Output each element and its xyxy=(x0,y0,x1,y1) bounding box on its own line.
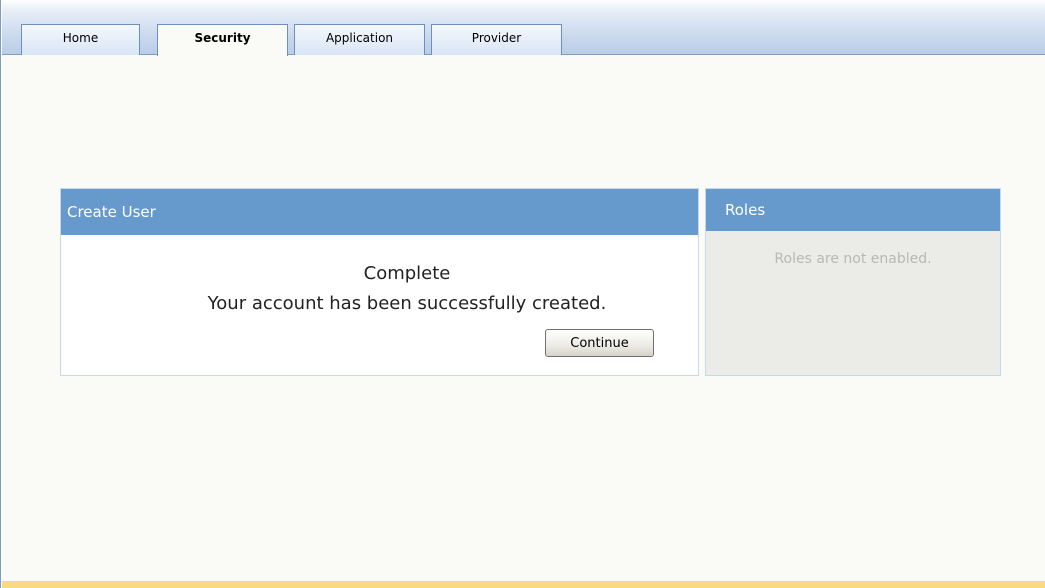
tab-bar: Home Security Application Provider xyxy=(2,0,1045,56)
continue-button[interactable]: Continue xyxy=(545,329,654,357)
tab-provider[interactable]: Provider xyxy=(431,24,562,55)
tab-home[interactable]: Home xyxy=(21,24,140,55)
app-window: Home Security Application Provider Creat… xyxy=(0,0,1045,588)
roles-message: Roles are not enabled. xyxy=(774,251,932,267)
tab-application[interactable]: Application xyxy=(294,24,425,55)
footer-bar xyxy=(2,581,1045,588)
create-user-title: Create User xyxy=(61,189,698,235)
success-message: Your account has been successfully creat… xyxy=(207,293,607,314)
create-user-body: Complete Your account has been successfu… xyxy=(61,235,698,375)
complete-heading: Complete xyxy=(363,263,451,284)
tab-security[interactable]: Security xyxy=(157,24,288,56)
roles-title: Roles xyxy=(706,189,1000,231)
roles-panel: Roles Roles are not enabled. xyxy=(705,188,1001,376)
create-user-panel: Create User Complete Your account has be… xyxy=(60,188,699,376)
